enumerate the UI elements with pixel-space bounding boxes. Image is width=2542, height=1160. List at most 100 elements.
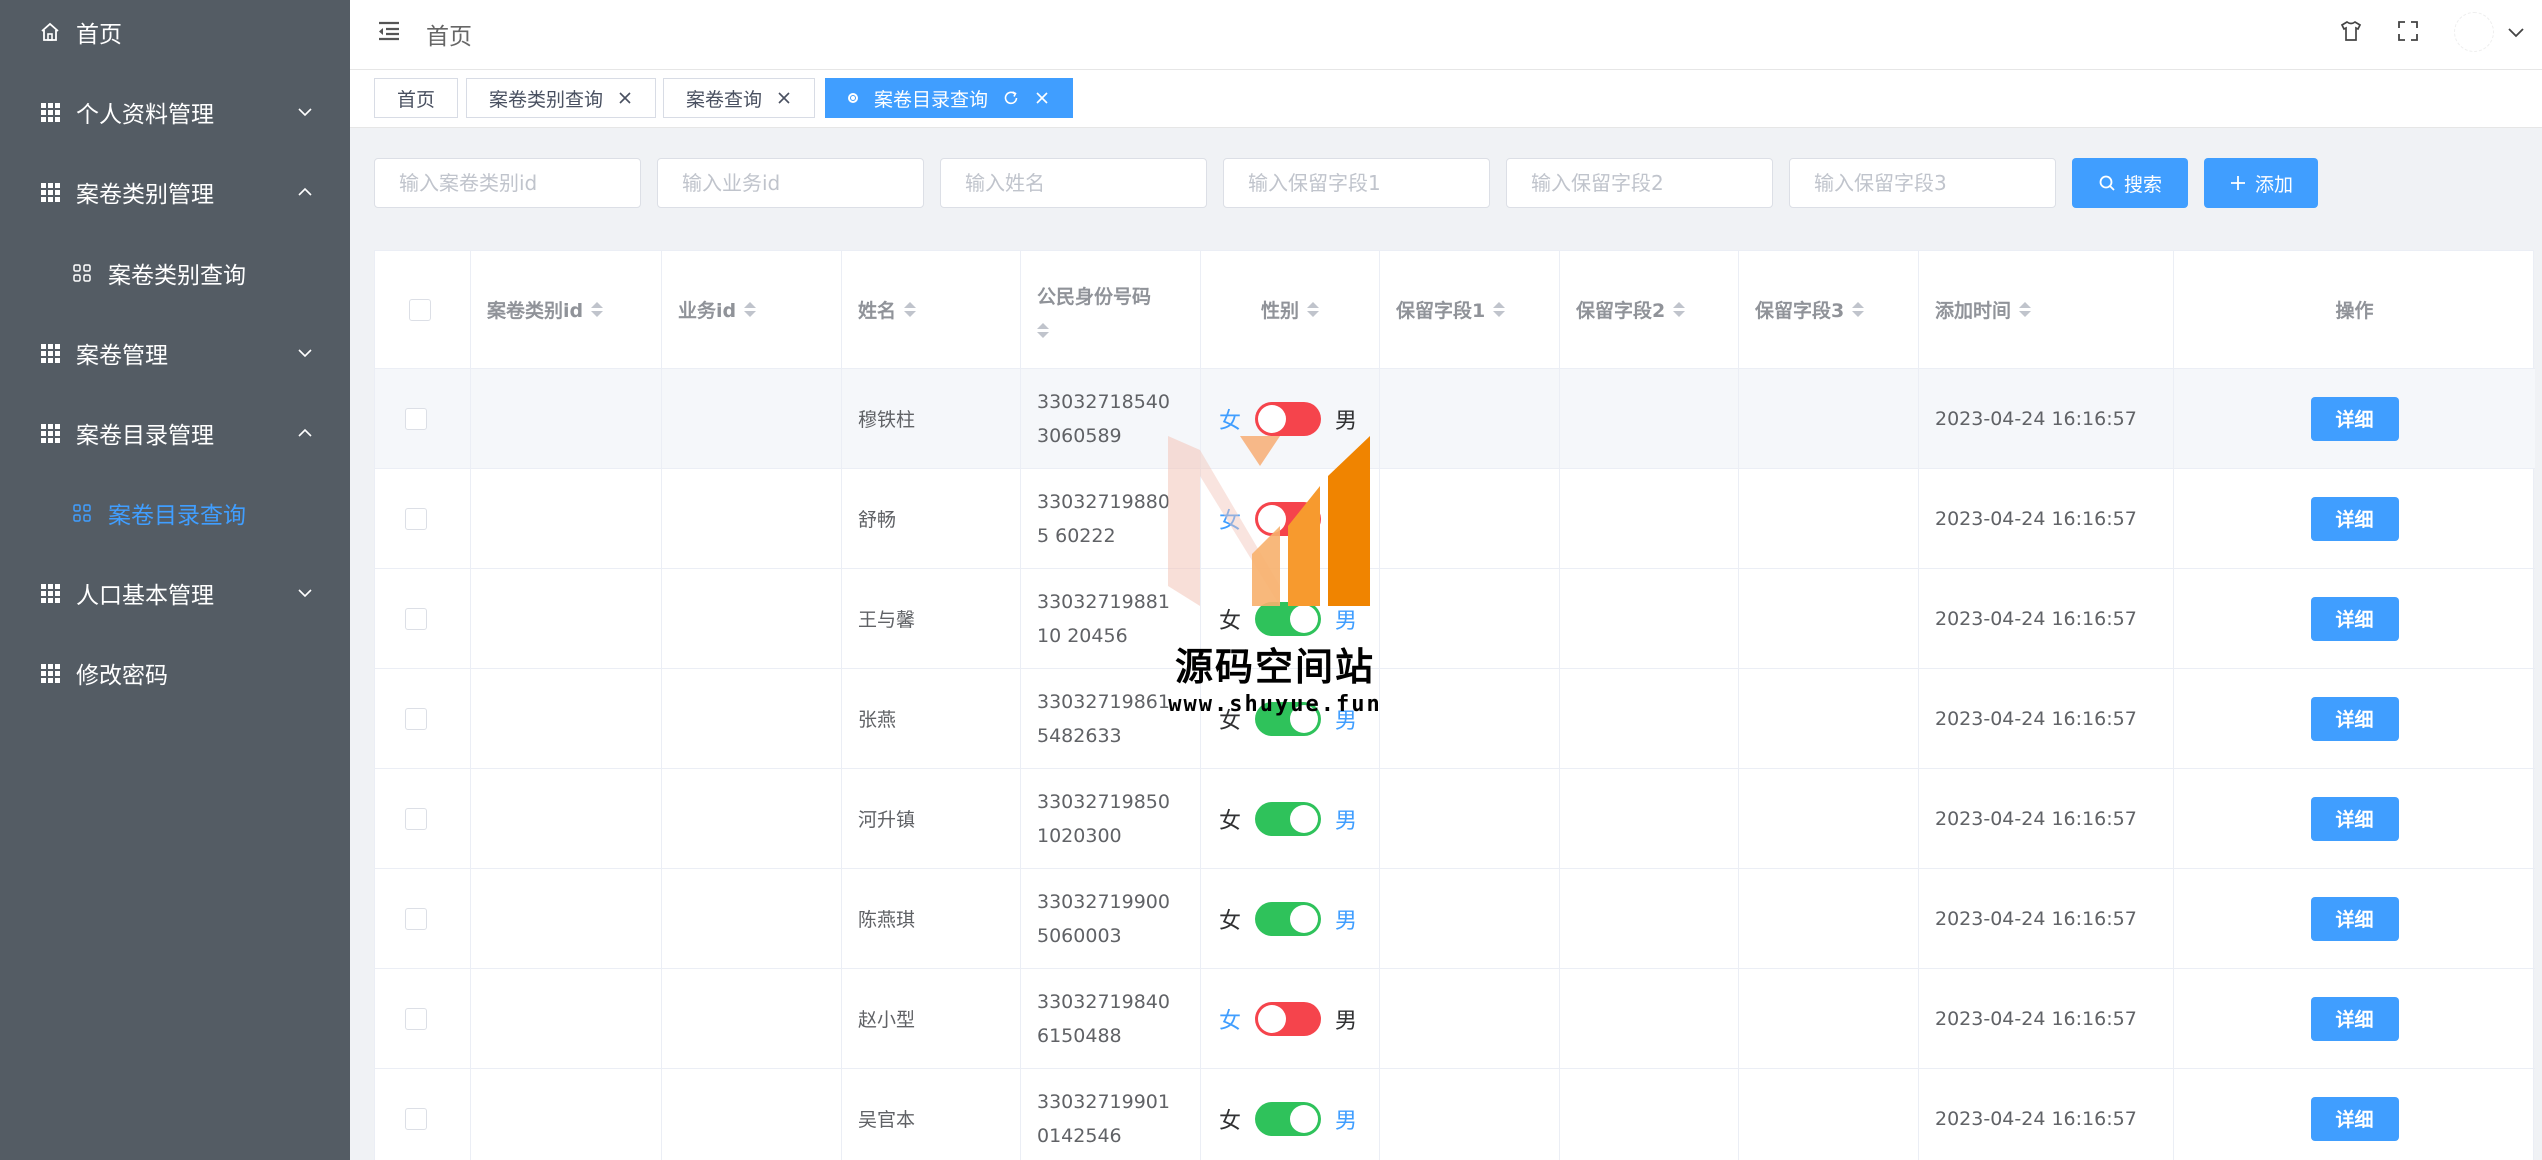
col-header[interactable]: 性别 <box>1261 296 1299 323</box>
plus-icon <box>2230 176 2245 190</box>
row-checkbox[interactable] <box>405 607 427 630</box>
sort-icon[interactable] <box>591 302 604 317</box>
gender-toggle-group: 女男 <box>1201 901 1357 936</box>
gender-switch[interactable] <box>1255 601 1322 636</box>
row-checkbox[interactable] <box>405 407 427 430</box>
reserved1-cell <box>1380 569 1560 668</box>
tab-archive-query[interactable]: 案卷查询 <box>663 78 816 118</box>
category-id-input[interactable] <box>374 158 641 208</box>
sidebar-item-catalog[interactable]: 案卷目录管理 <box>0 393 350 473</box>
row-checkbox[interactable] <box>405 807 427 830</box>
menu-fold-icon[interactable] <box>376 18 402 44</box>
sort-icon[interactable] <box>1037 322 1049 338</box>
detail-button[interactable]: 详细 <box>2310 596 2399 641</box>
name-cell: 穆铁柱 <box>858 409 916 431</box>
sort-icon[interactable] <box>1307 302 1319 317</box>
detail-button[interactable]: 详细 <box>2310 796 2399 841</box>
gender-switch[interactable] <box>1255 901 1322 936</box>
name-cell: 吴官本 <box>858 1109 916 1131</box>
reserved3-cell <box>1739 569 1919 668</box>
breadcrumb: 首页 <box>426 24 472 50</box>
sidebar-item-label: 个人资料管理 <box>76 102 214 128</box>
sort-icon[interactable] <box>1673 302 1686 317</box>
col-header[interactable]: 保留字段2 <box>1560 296 1665 323</box>
detail-button[interactable]: 详细 <box>2310 396 2399 441</box>
business-id-cell <box>662 769 842 868</box>
active-dot-icon <box>848 93 858 103</box>
gender-switch[interactable] <box>1255 1001 1322 1036</box>
table-row: 赵小型 330327198406150488 女男 2023-04-24 16:16:… <box>375 969 2535 1069</box>
chevron-down-icon <box>298 349 312 358</box>
sidebar-item-category-query[interactable]: 案卷类别查询 <box>0 233 350 313</box>
gender-switch[interactable] <box>1255 501 1322 536</box>
reserved2-cell <box>1560 969 1739 1068</box>
gender-toggle-group: 女男 <box>1201 501 1357 536</box>
col-header[interactable]: 案卷类别id <box>471 296 583 323</box>
detail-button[interactable]: 详细 <box>2310 1096 2399 1141</box>
sidebar-item-profile[interactable]: 个人资料管理 <box>0 72 350 152</box>
search-button[interactable]: 搜索 <box>2072 158 2188 208</box>
sidebar-item-archive[interactable]: 案卷管理 <box>0 313 350 393</box>
select-all-checkbox[interactable] <box>409 298 431 321</box>
reserved3-cell <box>1739 869 1919 968</box>
col-header[interactable]: 保留字段1 <box>1380 296 1485 323</box>
row-checkbox[interactable] <box>405 507 427 530</box>
reserved1-cell <box>1380 369 1560 468</box>
tab-category-query[interactable]: 案卷类别查询 <box>466 78 657 118</box>
gender-switch[interactable] <box>1255 801 1322 836</box>
business-id-cell <box>662 669 842 768</box>
refresh-icon[interactable] <box>1002 89 1020 107</box>
chevron-down-icon[interactable] <box>2504 20 2528 44</box>
theme-shirt-icon[interactable] <box>2336 16 2366 46</box>
table-row: 王与馨 3303271988110 20456 女男 2023-04-24 16:16… <box>375 569 2535 669</box>
detail-button[interactable]: 详细 <box>2310 696 2399 741</box>
detail-button[interactable]: 详细 <box>2310 996 2399 1041</box>
row-checkbox[interactable] <box>405 1107 427 1130</box>
row-checkbox[interactable] <box>405 1007 427 1030</box>
sidebar-item-population[interactable]: 人口基本管理 <box>0 553 350 633</box>
sort-icon[interactable] <box>1852 302 1865 317</box>
reserved1-cell <box>1380 969 1560 1068</box>
chevron-down-icon <box>298 589 312 598</box>
sidebar-item-password[interactable]: 修改密码 <box>0 633 350 713</box>
col-header[interactable]: 业务id <box>662 296 736 323</box>
add-button[interactable]: 添加 <box>2204 158 2318 208</box>
sort-icon[interactable] <box>2019 302 2032 317</box>
gender-switch[interactable] <box>1255 1101 1322 1136</box>
reserved1-input[interactable] <box>1223 158 1490 208</box>
close-icon[interactable] <box>776 90 792 106</box>
sidebar-item-category[interactable]: 案卷类别管理 <box>0 152 350 232</box>
detail-button[interactable]: 详细 <box>2310 496 2399 541</box>
table-row: 陈燕琪 330327199005060003 女男 2023-04-24 16:16:… <box>375 869 2535 969</box>
avatar[interactable] <box>2454 12 2494 52</box>
tab-label: 案卷类别查询 <box>489 88 604 111</box>
watermark-title: 源码空间站 <box>1174 645 1375 689</box>
apps-icon <box>70 501 94 525</box>
sidebar-item-catalog-query[interactable]: 案卷目录查询 <box>0 473 350 553</box>
reserved2-input[interactable] <box>1506 158 1773 208</box>
reserved3-cell <box>1739 369 1919 468</box>
col-header[interactable]: 姓名 <box>842 296 896 323</box>
col-header[interactable]: 添加时间 <box>1919 296 2011 323</box>
sort-icon[interactable] <box>904 302 917 317</box>
close-icon[interactable] <box>1034 90 1050 106</box>
gender-switch[interactable] <box>1255 401 1322 436</box>
sidebar-item-home[interactable]: 首页 <box>0 0 350 72</box>
business-id-input[interactable] <box>657 158 924 208</box>
sort-icon[interactable] <box>744 302 757 317</box>
reserved3-input[interactable] <box>1789 158 2056 208</box>
col-header[interactable]: 保留字段3 <box>1739 296 1844 323</box>
fullscreen-icon[interactable] <box>2393 16 2423 46</box>
tab-catalog-query[interactable]: 案卷目录查询 <box>825 78 1074 118</box>
detail-button[interactable]: 详细 <box>2310 896 2399 941</box>
close-icon[interactable] <box>617 90 633 106</box>
business-id-cell <box>662 869 842 968</box>
row-checkbox[interactable] <box>405 907 427 930</box>
gender-female-label: 女 <box>1219 608 1242 634</box>
tab-home[interactable]: 首页 <box>374 78 459 118</box>
sort-icon[interactable] <box>1493 302 1506 317</box>
col-header[interactable]: 公民身份号码 <box>1021 282 1151 309</box>
name-input[interactable] <box>940 158 1207 208</box>
row-checkbox[interactable] <box>405 707 427 730</box>
table-row: 河升镇 330327198501020300 女男 2023-04-24 16:16:… <box>375 769 2535 869</box>
